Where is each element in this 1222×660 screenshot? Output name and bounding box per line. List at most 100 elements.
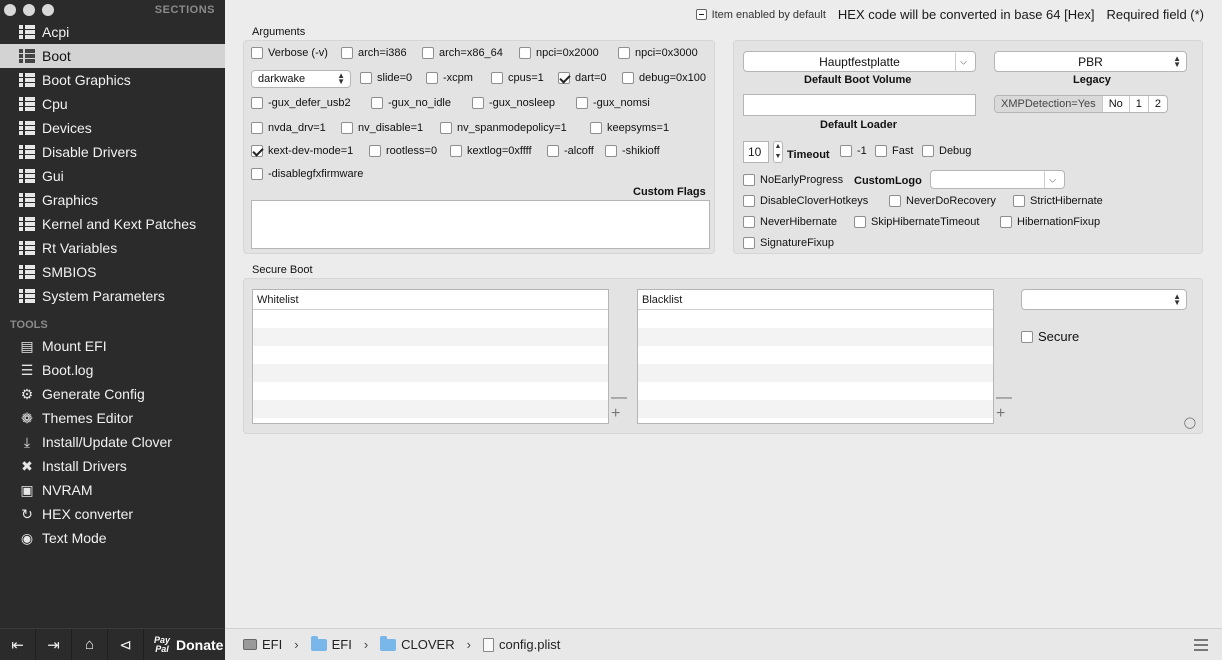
- xmp-option-yes[interactable]: XMPDetection=Yes: [995, 96, 1103, 112]
- checkbox-debug[interactable]: Debug: [922, 145, 971, 157]
- checkbox-signature-fixup[interactable]: SignatureFixup: [743, 237, 834, 249]
- checkbox-arch-x86-64[interactable]: arch=x86_64: [422, 47, 503, 59]
- sidebar-item-hex-converter[interactable]: ↻ HEX converter: [0, 502, 225, 526]
- checkbox-no-early-progress[interactable]: NoEarlyProgress: [743, 174, 843, 186]
- whitelist-table[interactable]: Whitelist: [252, 289, 609, 424]
- checkbox-nv-disable[interactable]: nv_disable=1: [341, 122, 423, 134]
- sidebar-item-disable-drivers[interactable]: Disable Drivers: [0, 140, 225, 164]
- breadcrumb-item[interactable]: CLOVER: [401, 637, 454, 652]
- list-icon: [18, 240, 36, 256]
- xmp-option-1[interactable]: 1: [1130, 96, 1149, 112]
- checkbox-alcoff[interactable]: -alcoff: [547, 145, 594, 157]
- sidebar-item-acpi[interactable]: Acpi: [0, 20, 225, 44]
- share-button[interactable]: ⊲: [108, 628, 144, 660]
- menu-icon[interactable]: [1194, 639, 1208, 654]
- sidebar-item-mount-efi[interactable]: ▤ Mount EFI: [0, 334, 225, 358]
- checkbox-shikioff[interactable]: -shikioff: [605, 145, 660, 157]
- checkbox-xcpm[interactable]: -xcpm: [426, 72, 473, 84]
- checkbox-rootless[interactable]: rootless=0: [369, 145, 437, 157]
- sidebar-item-rt-variables[interactable]: Rt Variables: [0, 236, 225, 260]
- custom-logo-select[interactable]: ⌵: [930, 170, 1065, 189]
- xmp-option-2[interactable]: 2: [1149, 96, 1167, 112]
- sidebar-item-nvram[interactable]: ▣ NVRAM: [0, 478, 225, 502]
- sidebar-item-generate-config[interactable]: ⚙ Generate Config: [0, 382, 225, 406]
- import-button[interactable]: ⇤: [0, 628, 36, 660]
- home-button[interactable]: ⌂: [72, 628, 108, 660]
- minimize-window-button[interactable]: [23, 4, 35, 16]
- secure-boot-policy-select[interactable]: ▲ ▼: [1021, 289, 1187, 310]
- chip-icon: ▣: [20, 482, 34, 498]
- sidebar-item-boot-log[interactable]: ☰ Boot.log: [0, 358, 225, 382]
- checkbox-kext-dev-mode[interactable]: kext-dev-mode=1: [251, 145, 353, 157]
- checkbox-skip-hibernate-timeout[interactable]: SkipHibernateTimeout: [854, 216, 979, 228]
- checkbox-never-do-recovery[interactable]: NeverDoRecovery: [889, 195, 996, 207]
- checkbox-slide[interactable]: slide=0: [360, 72, 412, 84]
- item-enabled-text: Item enabled by default: [711, 8, 826, 21]
- tools-icon: ✖: [21, 458, 33, 474]
- checkbox-hibernation-fixup[interactable]: HibernationFixup: [1000, 216, 1100, 228]
- checkbox-npci-3000[interactable]: npci=0x3000: [618, 47, 698, 59]
- boot-options-panel: Hauptfestplatte ⌵ Default Boot Volume PBR…: [733, 40, 1203, 254]
- checkbox-keepsyms[interactable]: keepsyms=1: [590, 122, 669, 134]
- checkbox-strict-hibernate[interactable]: StrictHibernate: [1013, 195, 1103, 207]
- breadcrumb-item[interactable]: EFI: [262, 637, 282, 652]
- checkbox-cpus[interactable]: cpus=1: [491, 72, 544, 84]
- checkbox-debug-0x100[interactable]: debug=0x100: [622, 72, 706, 84]
- default-loader-input[interactable]: [743, 94, 976, 116]
- sidebar-item-boot[interactable]: Boot: [0, 44, 225, 68]
- whitelist-remove-button[interactable]: —: [611, 390, 627, 406]
- sidebar-item-devices[interactable]: Devices: [0, 116, 225, 140]
- blacklist-table[interactable]: Blacklist: [637, 289, 994, 424]
- sidebar-item-kernel-kext-patches[interactable]: Kernel and Kext Patches: [0, 212, 225, 236]
- close-window-button[interactable]: [4, 4, 16, 16]
- default-boot-volume-label: Default Boot Volume: [804, 74, 912, 86]
- timeout-input[interactable]: 10: [743, 141, 769, 163]
- checkbox-timeout-minus1[interactable]: -1: [840, 145, 867, 157]
- custom-flags-input[interactable]: [251, 200, 710, 249]
- default-boot-volume-select[interactable]: Hauptfestplatte ⌵: [743, 51, 976, 72]
- sidebar-item-boot-graphics[interactable]: Boot Graphics: [0, 68, 225, 92]
- checkbox-gux-no-idle[interactable]: -gux_no_idle: [371, 97, 451, 109]
- checkbox-nvda-drv[interactable]: nvda_drv=1: [251, 122, 326, 134]
- darkwake-select[interactable]: darkwake ▲ ▼: [251, 70, 351, 88]
- legacy-select[interactable]: PBR ▲ ▼: [994, 51, 1187, 72]
- blacklist-remove-button[interactable]: —: [996, 390, 1012, 406]
- checkbox-nv-spanmodepolicy[interactable]: nv_spanmodepolicy=1: [440, 122, 567, 134]
- checkbox-fast[interactable]: Fast: [875, 145, 913, 157]
- checkbox-verbose[interactable]: Verbose (-v): [251, 47, 328, 59]
- checkbox-arch-i386[interactable]: arch=i386: [341, 47, 407, 59]
- breadcrumb-item[interactable]: EFI: [332, 637, 352, 652]
- checkbox-disable-clover-hotkeys[interactable]: DisableCloverHotkeys: [743, 195, 868, 207]
- donate-label: Donate: [176, 636, 224, 653]
- blacklist-add-button[interactable]: +: [996, 406, 1005, 422]
- sidebar-item-graphics[interactable]: Graphics: [0, 188, 225, 212]
- checkbox-never-hibernate[interactable]: NeverHibernate: [743, 216, 837, 228]
- sidebar-item-cpu[interactable]: Cpu: [0, 92, 225, 116]
- checkbox-secure[interactable]: Secure: [1021, 329, 1079, 344]
- folder-icon: [380, 635, 397, 651]
- sidebar-item-smbios[interactable]: SMBIOS: [0, 260, 225, 284]
- donate-button[interactable]: Pay Pal Donate: [144, 634, 224, 654]
- breadcrumb-item[interactable]: config.plist: [499, 637, 560, 652]
- checkbox-dart[interactable]: dart=0: [558, 72, 607, 84]
- timeout-stepper[interactable]: ▲ ▼: [773, 141, 783, 163]
- checkbox-gux-nomsi[interactable]: -gux_nomsi: [576, 97, 650, 109]
- checkbox-kextlog[interactable]: kextlog=0xffff: [450, 145, 532, 157]
- sidebar-item-gui[interactable]: Gui: [0, 164, 225, 188]
- sidebar-item-text-mode[interactable]: ◉ Text Mode: [0, 526, 225, 550]
- export-button[interactable]: ⇥: [36, 628, 72, 660]
- checkbox-gux-defer-usb2[interactable]: -gux_defer_usb2: [251, 97, 351, 109]
- sidebar-item-themes-editor[interactable]: ❁ Themes Editor: [0, 406, 225, 430]
- sidebar-item-install-drivers[interactable]: ✖ Install Drivers: [0, 454, 225, 478]
- xmp-option-no[interactable]: No: [1103, 96, 1130, 112]
- resize-handle-icon[interactable]: ◯: [1184, 416, 1196, 429]
- whitelist-add-button[interactable]: +: [611, 406, 620, 422]
- checkbox-disablegfxfirmware[interactable]: -disablegfxfirmware: [251, 168, 363, 180]
- paypal-logo: Pay Pal: [154, 634, 171, 654]
- sidebar-item-system-parameters[interactable]: System Parameters: [0, 284, 225, 308]
- checkbox-npci-2000[interactable]: npci=0x2000: [519, 47, 599, 59]
- checkbox-gux-nosleep[interactable]: -gux_nosleep: [472, 97, 555, 109]
- zoom-window-button[interactable]: [42, 4, 54, 16]
- custom-flags-label: Custom Flags: [633, 186, 706, 198]
- sidebar-item-install-update-clover[interactable]: ⤓ Install/Update Clover: [0, 430, 225, 454]
